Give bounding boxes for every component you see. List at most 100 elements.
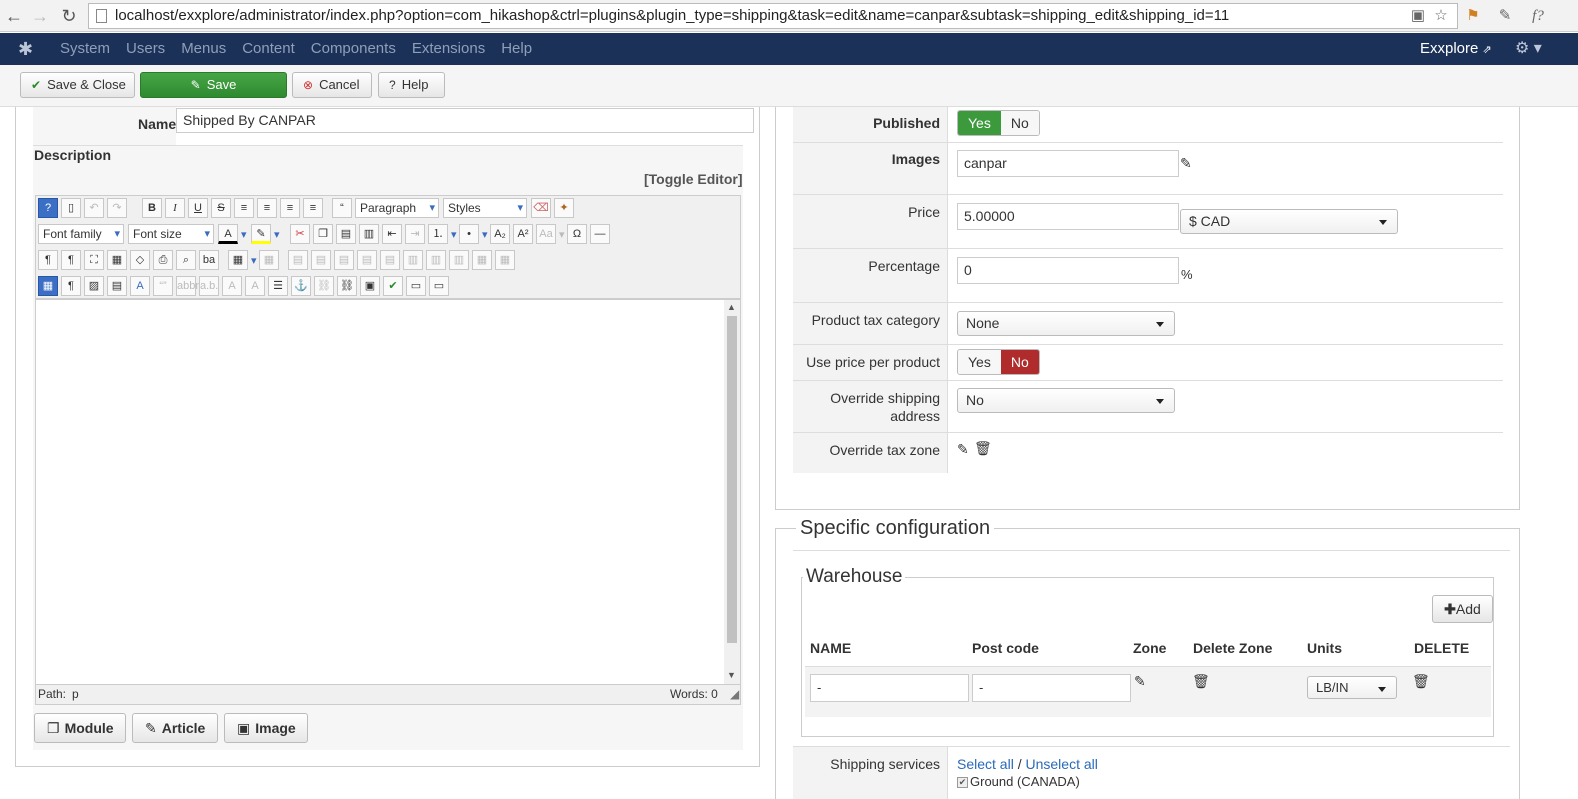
text-color-icon[interactable]: A [218, 224, 238, 244]
menu-extensions[interactable]: Extensions [412, 33, 485, 65]
published-toggle[interactable]: Yes No [957, 110, 1040, 136]
name-input[interactable]: Shipped By CANPAR [176, 108, 754, 133]
menu-menus[interactable]: Menus [181, 33, 226, 65]
site-link[interactable]: Exxplore ⇗ [1420, 33, 1492, 66]
pencil-icon[interactable]: ✎ [957, 441, 969, 458]
function-icon[interactable]: f? [1528, 6, 1548, 26]
search-icon[interactable]: ⌕ [176, 250, 196, 270]
font-size-select[interactable]: Font size [128, 224, 214, 244]
split-cells-icon[interactable]: ▦ [472, 250, 492, 270]
resize-handle-icon[interactable]: ◢ [730, 685, 739, 703]
menu-content[interactable]: Content [242, 33, 295, 65]
currency-select[interactable]: $ CAD [1180, 209, 1398, 234]
delete-table-icon[interactable]: ▦ [259, 250, 279, 270]
save-close-button[interactable]: ✔ Save & Close [20, 72, 135, 98]
paste-text-icon[interactable]: ▥ [359, 224, 379, 244]
article-button[interactable]: ✎ Article [132, 713, 218, 743]
anchor-icon[interactable]: ⚓ [291, 276, 311, 296]
units-select[interactable]: LB/IN [1307, 676, 1397, 699]
menu-help[interactable]: Help [501, 33, 532, 65]
align-right-icon[interactable]: ≡ [303, 198, 323, 218]
published-yes[interactable]: Yes [958, 111, 1001, 135]
select-all-link[interactable]: Select all [957, 756, 1014, 772]
color-picker-icon[interactable]: ✎ [1495, 6, 1515, 26]
font-style-icon[interactable]: A [130, 276, 150, 296]
insert-col-before-icon[interactable]: ▥ [403, 250, 423, 270]
show-blocks-icon[interactable]: ¶ [61, 276, 81, 296]
published-no[interactable]: No [1000, 111, 1039, 135]
scroll-thumb[interactable] [727, 316, 737, 643]
superscript-icon[interactable]: A² [513, 224, 533, 244]
ppp-no[interactable]: No [1000, 350, 1039, 374]
cleanup-brush-icon[interactable]: ✦ [554, 198, 574, 218]
special-character-icon[interactable]: Ω [567, 224, 587, 244]
underline-icon[interactable]: U [188, 198, 208, 218]
image-button[interactable]: ▣ Image [224, 713, 308, 743]
pencil-icon[interactable]: ✎ [1134, 673, 1146, 690]
blockquote-icon[interactable]: “ [332, 198, 352, 218]
replace-icon[interactable]: ba [199, 250, 219, 270]
align-center-icon[interactable]: ≡ [257, 198, 277, 218]
trash-icon[interactable]: 🗑 [1192, 673, 1210, 690]
code-icon[interactable]: ◇ [130, 250, 150, 270]
back-icon[interactable]: ← [4, 6, 24, 26]
pagebreak-icon[interactable]: ▭ [406, 276, 426, 296]
joomla-logo-icon[interactable]: ✱ [18, 39, 33, 60]
warehouse-postcode-input[interactable]: - [972, 674, 1131, 702]
tax-category-select[interactable]: None [957, 311, 1175, 336]
highlight-icon[interactable]: ✎ [251, 224, 271, 244]
percentage-input[interactable]: 0 [957, 257, 1179, 284]
unlink-icon[interactable]: ⛓ [314, 276, 334, 296]
save-button[interactable]: ✎ Save [140, 72, 287, 98]
images-input[interactable]: canpar [957, 150, 1179, 177]
styles-select[interactable]: Styles [443, 198, 527, 218]
editor-scrollbar[interactable]: ▲ ▼ [724, 300, 740, 684]
attributes-icon[interactable]: ☰ [268, 276, 288, 296]
horizontal-rule-icon[interactable]: — [590, 224, 610, 244]
acronym-icon[interactable]: a.b. [199, 276, 219, 296]
insert-layer-icon[interactable]: ▨ [84, 276, 104, 296]
numbered-list-icon[interactable]: ⒈ [428, 224, 448, 244]
font-family-select[interactable]: Font family [38, 224, 124, 244]
italic-icon[interactable]: I [165, 198, 185, 218]
delete-col-icon[interactable]: ▥ [449, 250, 469, 270]
pencil-icon[interactable]: ✎ [1180, 155, 1192, 172]
bold-icon[interactable]: B [142, 198, 162, 218]
redo-icon[interactable]: ↷ [107, 198, 127, 218]
outdent-icon[interactable]: ⇤ [382, 224, 402, 244]
merge-cells-icon[interactable]: ▦ [495, 250, 515, 270]
delete-row-icon[interactable]: ▤ [380, 250, 400, 270]
editor-content-area[interactable] [35, 299, 741, 685]
format-select[interactable]: Paragraph [355, 198, 439, 218]
print-icon[interactable]: ⎙ [153, 250, 173, 270]
indent-icon[interactable]: ⇥ [405, 224, 425, 244]
menu-components[interactable]: Components [311, 33, 396, 65]
undo-icon[interactable]: ↶ [84, 198, 104, 218]
deletion-icon[interactable]: A [222, 276, 242, 296]
extension-tool-icon[interactable]: ⚑ [1463, 6, 1483, 26]
align-justify-icon[interactable]: ≡ [234, 198, 254, 218]
style-props-icon[interactable]: ▤ [107, 276, 127, 296]
gear-icon[interactable]: ⚙ ▾ [1515, 33, 1542, 65]
add-warehouse-button[interactable]: ✚Add [1432, 595, 1493, 623]
row-props-icon[interactable]: ▤ [288, 250, 308, 270]
eraser-icon[interactable]: ⌫ [531, 198, 551, 218]
insertion-icon[interactable]: A [245, 276, 265, 296]
scroll-up-icon[interactable]: ▲ [727, 302, 736, 312]
link-icon[interactable]: ⛓ [337, 276, 357, 296]
fullscreen-icon[interactable]: ⛶ [84, 250, 104, 270]
media-icon[interactable]: ▭ [429, 276, 449, 296]
rtl-icon[interactable]: ¶ [61, 250, 81, 270]
help-icon[interactable]: ? [38, 198, 58, 218]
ltr-icon[interactable]: ¶ [38, 250, 58, 270]
insert-row-before-icon[interactable]: ▤ [334, 250, 354, 270]
override-address-select[interactable]: No [957, 388, 1175, 413]
new-document-icon[interactable]: ▯ [61, 198, 81, 218]
abbr-icon[interactable]: abbr [176, 276, 199, 296]
insert-table-icon[interactable]: ▦ [228, 250, 248, 270]
copy-icon[interactable]: ❐ [313, 224, 333, 244]
warehouse-name-input[interactable]: - [810, 674, 969, 702]
price-per-product-toggle[interactable]: Yes No [957, 349, 1040, 375]
ppp-yes[interactable]: Yes [958, 350, 1001, 374]
address-bar[interactable]: localhost/exxplore/administrator/index.p… [88, 3, 1458, 29]
